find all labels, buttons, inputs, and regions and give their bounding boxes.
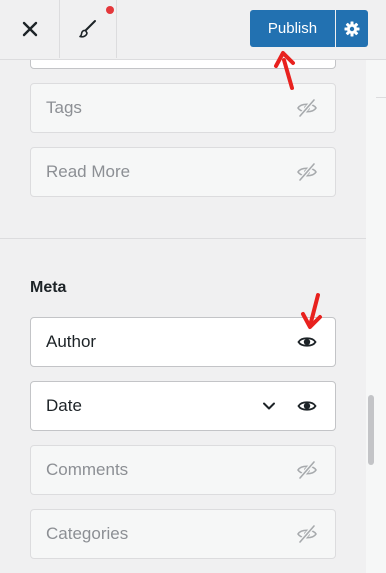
element-item-label: Author (46, 332, 97, 351)
element-item-label: Comments (46, 460, 129, 479)
eye-hidden-icon[interactable] (296, 161, 318, 183)
element-item-read-more[interactable]: Read More (30, 147, 336, 197)
element-item-label: Categories (46, 524, 129, 543)
element-item-date[interactable]: Date (30, 381, 336, 431)
publish-settings-button[interactable] (336, 10, 368, 47)
element-item-label: Date (46, 396, 82, 415)
paintbrush-icon (78, 20, 96, 38)
close-button[interactable] (0, 0, 60, 58)
section-title-meta: Meta (30, 279, 67, 296)
customizer-header: Publish (0, 0, 386, 60)
scrollbar-thumb[interactable] (368, 395, 374, 465)
customize-style-button[interactable] (59, 0, 117, 58)
publish-group: Publish (250, 10, 368, 47)
annotation-arrow-icon (274, 51, 295, 90)
annotation-arrow-icon (301, 293, 322, 329)
eye-hidden-icon[interactable] (296, 459, 318, 481)
element-item-label: Read More (46, 162, 131, 181)
notification-dot (106, 6, 114, 14)
gear-icon (344, 21, 360, 36)
eye-hidden-icon[interactable] (296, 97, 318, 119)
element-item-categories[interactable]: Categories (30, 509, 336, 559)
element-item-comments[interactable]: Comments (30, 445, 336, 495)
eye-visible-icon[interactable] (296, 395, 318, 417)
eye-hidden-icon[interactable] (296, 523, 318, 545)
close-icon (22, 21, 37, 37)
publish-button[interactable]: Publish (250, 10, 335, 47)
eye-visible-icon[interactable] (296, 331, 318, 353)
preview-edge (366, 59, 386, 573)
chevron-down-icon[interactable] (261, 398, 277, 414)
element-item-label: Tags (46, 98, 82, 117)
preview-edge-line (376, 97, 386, 98)
section-divider (0, 238, 366, 239)
element-item-author[interactable]: Author (30, 317, 336, 367)
